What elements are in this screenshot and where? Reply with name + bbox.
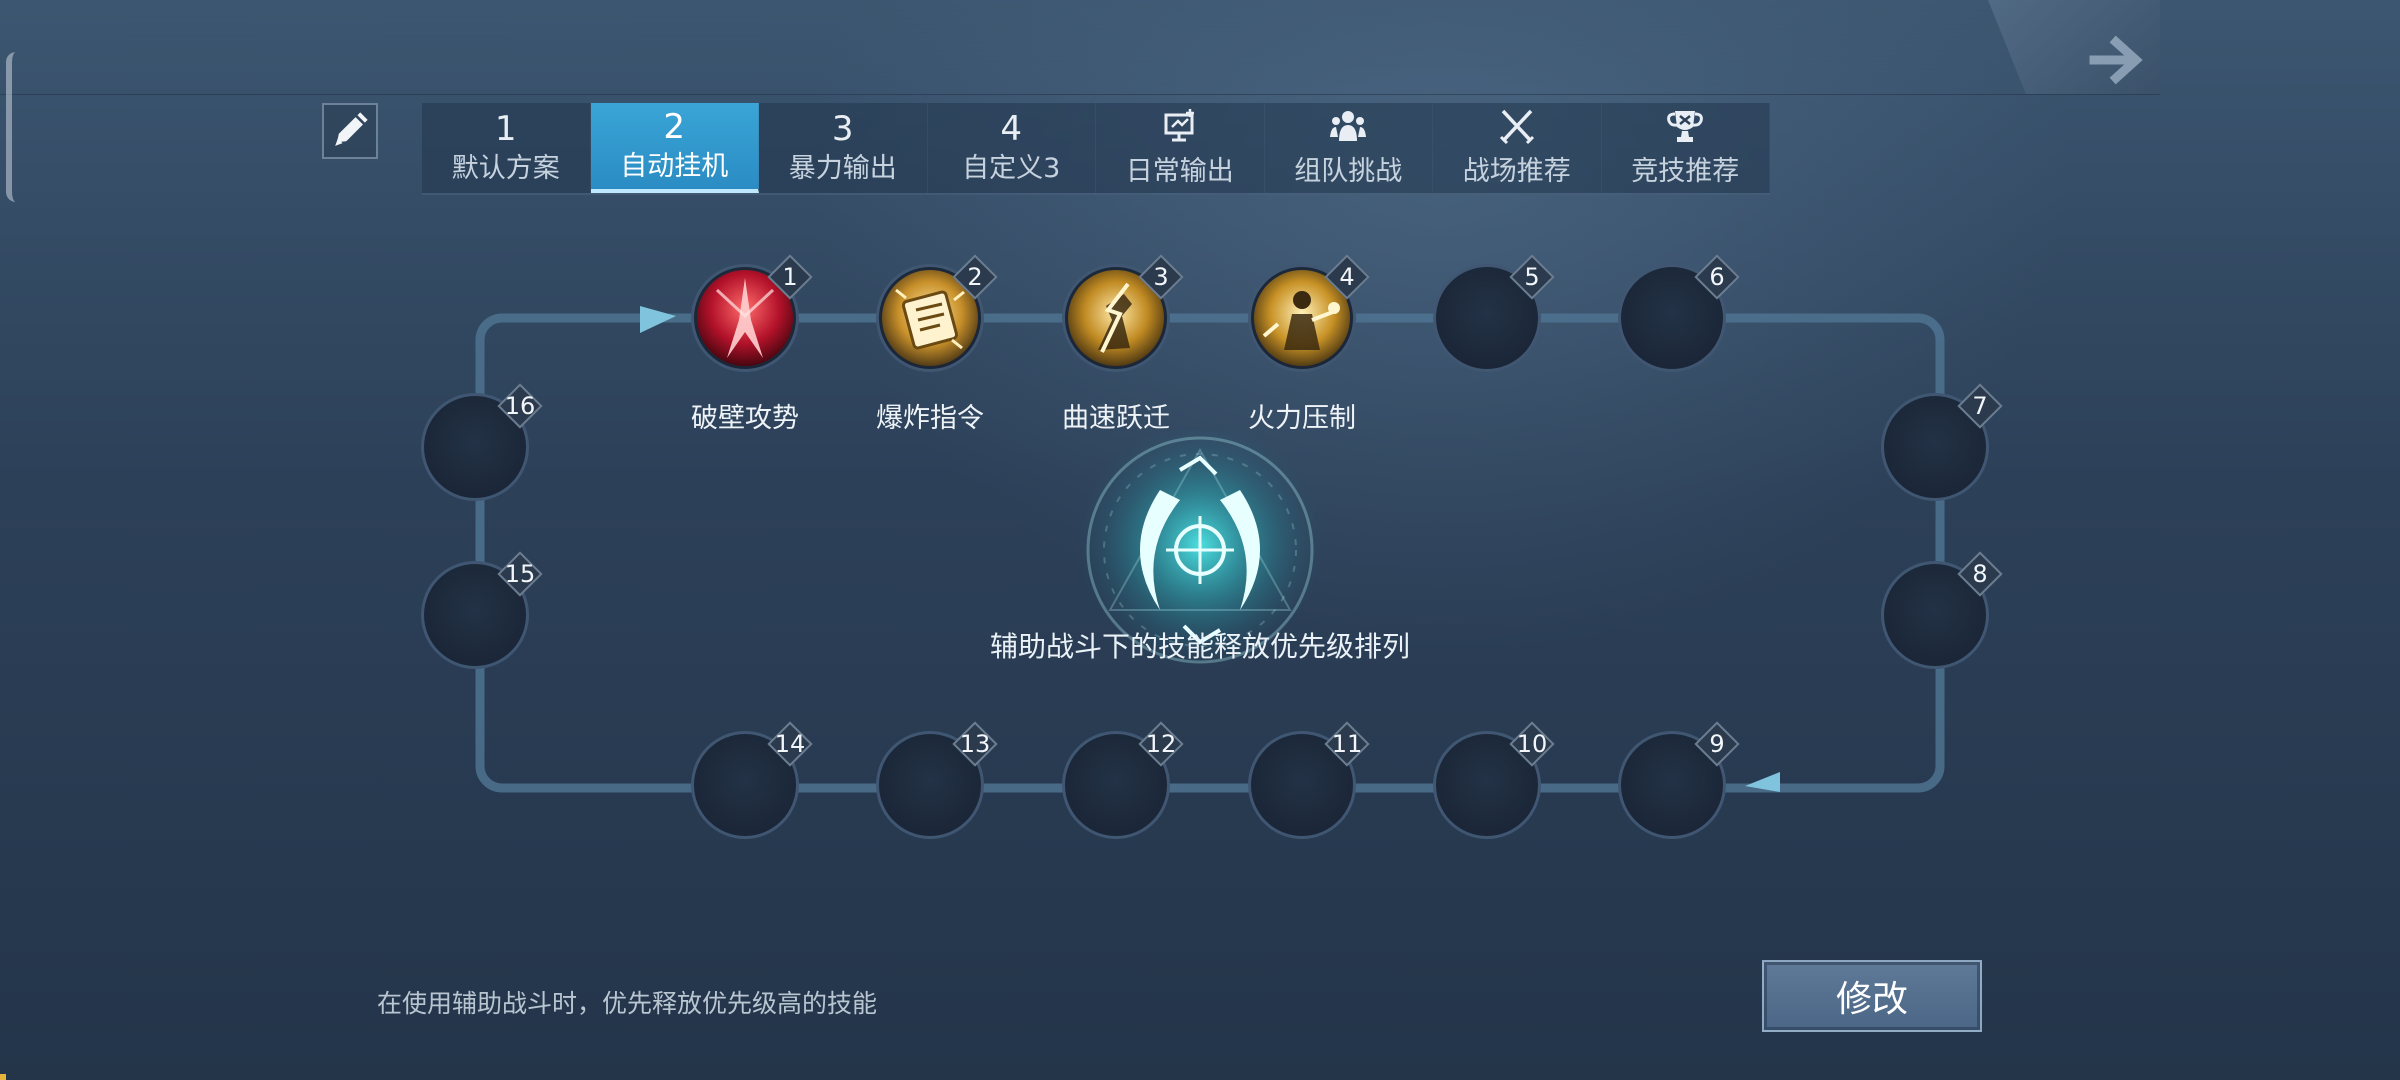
priority-number: 8 xyxy=(1972,560,1988,588)
priority-number: 13 xyxy=(959,730,991,758)
tab-8[interactable]: 竞技推荐 xyxy=(1602,103,1770,193)
edit-button[interactable] xyxy=(322,103,378,159)
tab-number: 2 xyxy=(663,107,686,147)
skill-slot-11[interactable]: 11 xyxy=(1248,721,1370,839)
priority-number: 5 xyxy=(1524,263,1540,291)
skill-slot-15[interactable]: 15 xyxy=(421,551,543,669)
skill-slot-6[interactable]: 6 xyxy=(1618,254,1740,372)
side-drawer-handle[interactable] xyxy=(6,52,22,202)
priority-badge: 16 xyxy=(497,383,543,429)
crossed-swords-icon xyxy=(1497,107,1537,151)
skill-slot-9[interactable]: 9 xyxy=(1618,721,1740,839)
skill-name-label: 爆炸指令 xyxy=(876,403,984,434)
track-end-arrow xyxy=(1745,772,1780,792)
trophy-icon xyxy=(1665,107,1705,151)
skill-slot-16[interactable]: 16 xyxy=(421,383,543,501)
top-bar xyxy=(0,0,2160,95)
priority-badge: 9 xyxy=(1694,721,1740,767)
tab-label: 竞技推荐 xyxy=(1631,156,1740,187)
tab-label: 暴力输出 xyxy=(788,153,897,184)
tab-1[interactable]: 1 默认方案 xyxy=(422,103,591,193)
tab-label: 自定义3 xyxy=(962,153,1061,184)
tab-6[interactable]: 组队挑战 xyxy=(1265,103,1433,193)
skill-slot-8[interactable]: 8 xyxy=(1881,551,2003,669)
skill-slot-3[interactable]: 3 xyxy=(1062,254,1184,372)
priority-number: 7 xyxy=(1972,392,1988,420)
priority-badge: 14 xyxy=(767,721,813,767)
skill-slot-5[interactable]: 5 xyxy=(1433,254,1555,372)
skill-name-label: 破壁攻势 xyxy=(691,403,799,434)
priority-number: 11 xyxy=(1331,730,1363,758)
priority-badge: 11 xyxy=(1324,721,1370,767)
priority-badge: 10 xyxy=(1509,721,1555,767)
priority-badge: 1 xyxy=(767,254,813,300)
skill-slot-2[interactable]: 2 xyxy=(876,254,998,372)
priority-number: 15 xyxy=(504,560,536,588)
pencil-icon xyxy=(335,112,368,146)
skill-slot-7[interactable]: 7 xyxy=(1881,383,2003,501)
priority-badge: 5 xyxy=(1509,254,1555,300)
tab-number: 3 xyxy=(831,109,854,149)
tab-5[interactable]: 日常输出 xyxy=(1096,103,1265,193)
track-start-arrow xyxy=(640,306,676,333)
tab-3[interactable]: 3 暴力输出 xyxy=(759,103,928,193)
priority-number: 2 xyxy=(967,263,983,291)
tab-number: 1 xyxy=(494,109,517,149)
priority-badge: 13 xyxy=(952,721,998,767)
corner-mark xyxy=(0,1074,6,1080)
priority-number: 16 xyxy=(504,392,536,420)
priority-number: 9 xyxy=(1709,730,1725,758)
skill-slot-10[interactable]: 10 xyxy=(1433,721,1555,839)
priority-number: 4 xyxy=(1339,263,1355,291)
priority-badge: 6 xyxy=(1694,254,1740,300)
skill-slot-4[interactable]: 4 xyxy=(1248,254,1370,372)
priority-badge: 15 xyxy=(497,551,543,597)
plan-tab-bar: 1 默认方案 2 自动挂机 3 暴力输出 4 自定义3 日常输出 组队挑战 战场推荐 竞技推荐 xyxy=(422,103,1770,195)
tab-4[interactable]: 4 自定义3 xyxy=(928,103,1096,193)
priority-badge: 2 xyxy=(952,254,998,300)
tab-label: 日常输出 xyxy=(1125,156,1234,187)
priority-badge: 8 xyxy=(1957,551,2003,597)
modify-button[interactable]: 修改 xyxy=(1762,960,1982,1032)
back-arrow-icon[interactable] xyxy=(2088,30,2158,90)
priority-number: 12 xyxy=(1145,730,1177,758)
tab-label: 默认方案 xyxy=(451,153,560,184)
priority-number: 10 xyxy=(1516,730,1548,758)
team-icon xyxy=(1328,107,1368,151)
center-caption: 辅助战斗下的技能释放优先级排列 xyxy=(989,630,1410,663)
skill-slot-1[interactable]: 1 xyxy=(691,254,813,372)
skill-slot-14[interactable]: 14 xyxy=(691,721,813,839)
priority-badge: 4 xyxy=(1324,254,1370,300)
tab-2[interactable]: 2 自动挂机 xyxy=(590,103,759,193)
priority-number: 3 xyxy=(1153,263,1169,291)
tab-label: 自动挂机 xyxy=(620,151,729,182)
skill-slot-13[interactable]: 13 xyxy=(876,721,998,839)
priority-number: 6 xyxy=(1709,263,1725,291)
tab-7[interactable]: 战场推荐 xyxy=(1433,103,1602,193)
tab-label: 组队挑战 xyxy=(1294,156,1403,187)
priority-number: 1 xyxy=(782,263,798,291)
hint-text: 在使用辅助战斗时，优先释放优先级高的技能 xyxy=(377,989,878,1018)
priority-number: 14 xyxy=(774,730,806,758)
screen-plus-icon xyxy=(1160,107,1200,151)
tab-number: 4 xyxy=(1000,109,1023,149)
priority-badge: 12 xyxy=(1138,721,1184,767)
priority-badge: 3 xyxy=(1138,254,1184,300)
priority-badge: 7 xyxy=(1957,383,2003,429)
skill-slot-12[interactable]: 12 xyxy=(1062,721,1184,839)
tab-label: 战场推荐 xyxy=(1462,156,1571,187)
